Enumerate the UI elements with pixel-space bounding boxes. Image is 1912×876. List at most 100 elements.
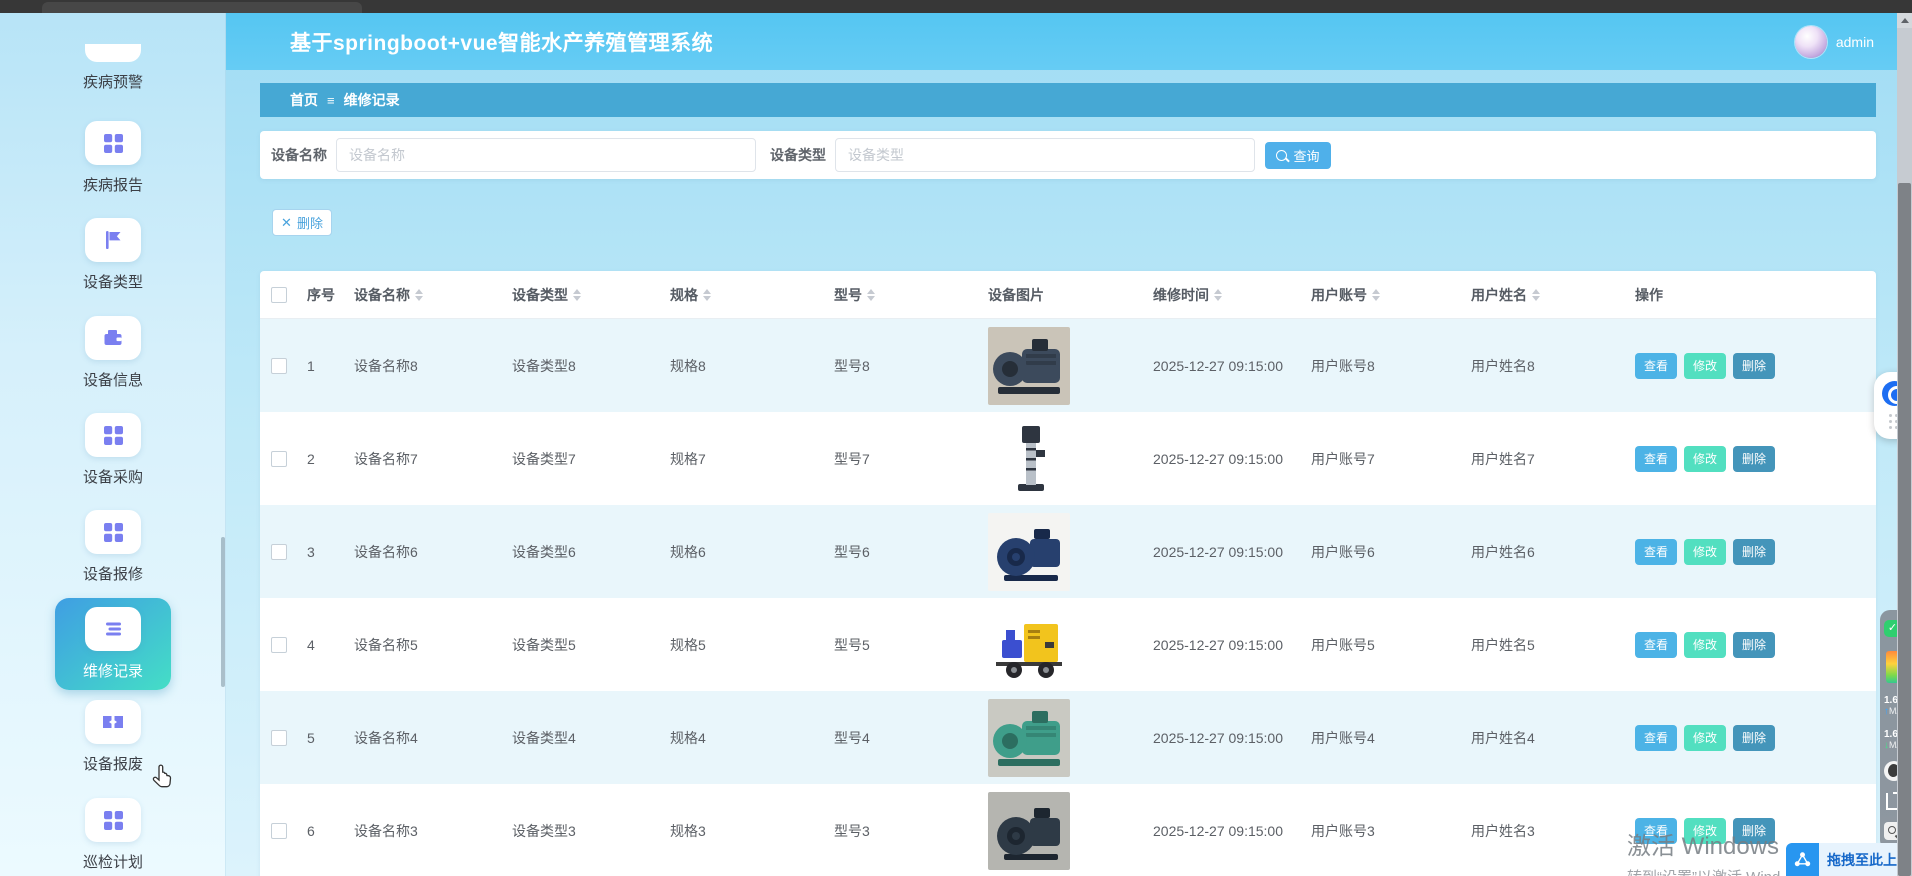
netdisk-logo-icon[interactable] (1786, 843, 1819, 876)
edit-button[interactable]: 修改 (1684, 446, 1726, 472)
device-image[interactable] (988, 327, 1070, 405)
device-name-input[interactable] (336, 138, 756, 172)
breadcrumb-home[interactable]: 首页 (290, 90, 318, 110)
scrollbar-up-arrow[interactable] (1897, 13, 1912, 28)
delete-button[interactable]: 删除 (1733, 725, 1775, 751)
cell-actions: 查看修改删除 (1624, 691, 1876, 784)
sort-caret-icon[interactable] (1214, 289, 1222, 301)
column-header: 操作 (1624, 271, 1876, 319)
sidebar-item-label: 疾病预警 (83, 71, 143, 92)
row-checkbox[interactable] (271, 637, 287, 653)
sidebar-item-label: 疾病报告 (83, 174, 143, 195)
view-button[interactable]: 查看 (1635, 725, 1677, 751)
table-row: 2设备名称7设备类型7规格7型号72025-12-27 09:15:00用户账号… (260, 412, 1876, 505)
view-button[interactable]: 查看 (1635, 353, 1677, 379)
ticket-icon (85, 700, 141, 744)
sidebar-item-device-type[interactable]: 设备类型 (0, 218, 226, 292)
delete-button[interactable]: 删除 (1733, 632, 1775, 658)
cell-type: 设备类型7 (501, 412, 659, 505)
delete-button[interactable]: 删除 (1733, 353, 1775, 379)
view-button[interactable]: 查看 (1635, 632, 1677, 658)
breadcrumb: 首页 ≡ 维修记录 (260, 83, 1876, 117)
sidebar-item-device-purchase[interactable]: 设备采购 (0, 413, 226, 487)
sidebar-item-label: 维修记录 (83, 660, 143, 681)
browser-tab (42, 2, 362, 13)
avatar[interactable] (1795, 26, 1827, 58)
view-button[interactable]: 查看 (1635, 539, 1677, 565)
cell-account: 用户账号6 (1300, 505, 1460, 598)
column-header[interactable]: 规格 (659, 271, 823, 319)
table-row: 1设备名称8设备类型8规格8型号82025-12-27 09:15:00用户账号… (260, 319, 1876, 413)
cell-type: 设备类型3 (501, 784, 659, 876)
list-icon (85, 607, 141, 651)
sidebar-item-device-scrap[interactable]: 设备报废 (0, 700, 226, 774)
cell-spec: 规格7 (659, 412, 823, 505)
delete-button[interactable]: 删除 (1733, 818, 1775, 844)
sidebar-item-label: 设备信息 (83, 369, 143, 390)
records-table: 序号设备名称设备类型规格型号设备图片维修时间用户账号用户姓名操作 1设备名称8设… (260, 271, 1876, 876)
grid-icon (85, 510, 141, 554)
sidebar-item-maintenance-records[interactable]: 维修记录 (55, 598, 171, 690)
sort-caret-icon[interactable] (415, 289, 423, 301)
row-checkbox[interactable] (271, 451, 287, 467)
sidebar-item-inspection-plan[interactable]: 巡检计划 (0, 798, 226, 872)
query-button[interactable]: 查询 (1265, 142, 1331, 169)
select-all-checkbox[interactable] (271, 287, 287, 303)
netdisk-upload-widget[interactable]: 拖拽至此上传 (1786, 843, 1912, 876)
edit-button[interactable]: 修改 (1684, 539, 1726, 565)
view-button[interactable]: 查看 (1635, 818, 1677, 844)
sort-caret-icon[interactable] (573, 289, 581, 301)
sidebar-item-device-info[interactable]: 设备信息 (0, 316, 226, 390)
batch-delete-button[interactable]: ✕ 删除 (272, 209, 332, 236)
column-header[interactable]: 用户姓名 (1460, 271, 1624, 319)
sort-caret-icon[interactable] (1372, 289, 1380, 301)
cell-name: 设备名称3 (343, 784, 501, 876)
flag-icon (85, 218, 141, 262)
grid-icon (85, 121, 141, 165)
grid-icon (85, 413, 141, 457)
device-image[interactable] (988, 606, 1070, 684)
edit-button[interactable]: 修改 (1684, 725, 1726, 751)
device-image[interactable] (988, 420, 1070, 498)
row-checkbox[interactable] (271, 823, 287, 839)
sidebar-item-disease-report[interactable]: 疾病报告 (0, 121, 226, 195)
delete-button[interactable]: 删除 (1733, 539, 1775, 565)
sort-caret-icon[interactable] (867, 289, 875, 301)
sort-caret-icon[interactable] (703, 289, 711, 301)
sidebar-item-label: 设备报修 (83, 563, 143, 584)
page-scrollbar[interactable] (1897, 13, 1912, 876)
device-type-label: 设备类型 (770, 145, 826, 165)
row-checkbox[interactable] (271, 358, 287, 374)
page-title: 基于springboot+vue智能水产养殖管理系统 (290, 27, 713, 57)
records-table-card: 序号设备名称设备类型规格型号设备图片维修时间用户账号用户姓名操作 1设备名称8设… (260, 271, 1876, 876)
device-name-label: 设备名称 (271, 145, 327, 165)
cell-time: 2025-12-27 09:15:00 (1142, 412, 1300, 505)
device-image[interactable] (988, 792, 1070, 870)
device-type-input[interactable] (835, 138, 1255, 172)
cell-spec: 规格4 (659, 691, 823, 784)
sidebar: 疾病预警疾病报告设备类型设备信息设备采购设备报修维修记录设备报废巡检计划 (0, 13, 226, 876)
row-checkbox[interactable] (271, 544, 287, 560)
view-button[interactable]: 查看 (1635, 446, 1677, 472)
column-header: 设备图片 (977, 271, 1142, 319)
sidebar-item-disease-warning[interactable]: 疾病预警 (0, 44, 226, 92)
close-icon: ✕ (281, 215, 292, 231)
device-image[interactable] (988, 513, 1070, 591)
sidebar-item-device-repair[interactable]: 设备报修 (0, 510, 226, 584)
device-image[interactable] (988, 699, 1070, 777)
sort-caret-icon[interactable] (1532, 289, 1540, 301)
column-header[interactable]: 维修时间 (1142, 271, 1300, 319)
cell-type: 设备类型5 (501, 598, 659, 691)
column-header[interactable]: 用户账号 (1300, 271, 1460, 319)
delete-button[interactable]: 删除 (1733, 446, 1775, 472)
row-checkbox[interactable] (271, 730, 287, 746)
edit-button[interactable]: 修改 (1684, 632, 1726, 658)
scrollbar-thumb[interactable] (1898, 183, 1911, 876)
column-header[interactable]: 设备名称 (343, 271, 501, 319)
edit-button[interactable]: 修改 (1684, 818, 1726, 844)
column-header[interactable]: 设备类型 (501, 271, 659, 319)
cell-model: 型号8 (823, 319, 977, 413)
user-menu[interactable]: admin (1795, 26, 1874, 58)
column-header[interactable]: 型号 (823, 271, 977, 319)
edit-button[interactable]: 修改 (1684, 353, 1726, 379)
